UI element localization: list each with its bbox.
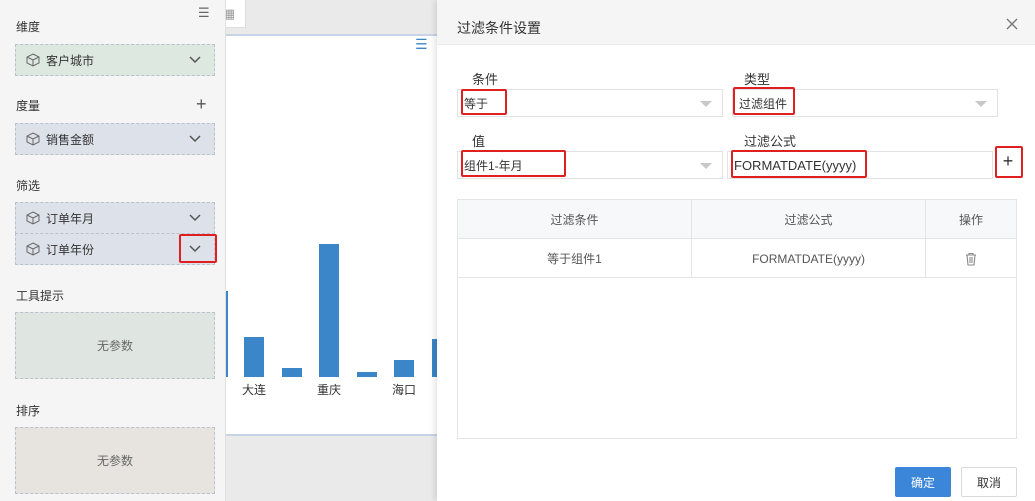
sort-placeholder: 无参数 (96, 454, 133, 468)
chart-bar (357, 372, 377, 377)
row-formula-cell: FORMATDATE(yyyy) (692, 239, 926, 278)
column-header-formula: 过滤公式 (692, 200, 926, 239)
table-row: 等于组件1 FORMATDATE(yyyy) (458, 239, 1016, 278)
caret-down-icon (700, 101, 712, 107)
highlight-condition (461, 89, 507, 115)
condition-label: 条件 (472, 72, 499, 87)
filter-settings-dialog: 过滤条件设置 条件 等于 类型 过滤组件 值 组件1-年月 过滤公式 FORMA… (437, 0, 1035, 501)
tooltip-placeholder: 无参数 (96, 339, 133, 353)
row-action-cell (926, 239, 1016, 278)
dimension-section-title: 维度 (16, 20, 41, 34)
caret-down-icon (975, 101, 987, 107)
x-tick-label: 重庆 (317, 383, 341, 397)
chevron-down-icon[interactable] (188, 211, 202, 225)
sort-dropzone[interactable]: 无参数 (15, 427, 215, 494)
row-condition-cell: 等于组件1 (458, 239, 692, 278)
filter-table: 过滤条件 过滤公式 操作 等于组件1 FORMATDATE(yyyy) (457, 199, 1017, 439)
chart-bar (282, 368, 302, 377)
filter-field-label: 订单年份 (46, 242, 95, 257)
filter-section-title: 筛选 (16, 179, 41, 193)
filter-field-year-month[interactable]: 订单年月 (15, 202, 215, 234)
type-label: 类型 (744, 72, 771, 87)
field-panel: ☰ 维度 客户城市 度量 + 销售金额 筛选 订单年月 订单年份 工具提示 无参… (0, 0, 226, 501)
chart-settings-icon[interactable]: ☰ (415, 36, 428, 53)
sort-section-title: 排序 (16, 404, 41, 418)
highlight-add-button (995, 146, 1023, 178)
caret-down-icon (700, 163, 712, 169)
formula-label: 过滤公式 (744, 134, 797, 149)
tooltip-section-title: 工具提示 (16, 289, 65, 303)
x-tick-label: 海口 (392, 382, 416, 397)
chart-bar (226, 291, 228, 377)
measure-section-title: 度量 (16, 99, 41, 113)
measure-field-label: 销售金额 (46, 132, 95, 147)
column-header-condition: 过滤条件 (458, 200, 692, 239)
dialog-header: 过滤条件设置 (437, 0, 1035, 45)
cube-icon (26, 211, 40, 225)
add-measure-icon[interactable]: + (196, 95, 207, 113)
chart-bar (244, 337, 264, 377)
highlight-type (733, 87, 795, 115)
cube-icon (26, 53, 40, 67)
measure-field[interactable]: 销售金额 (15, 123, 215, 155)
filter-field-label: 订单年月 (46, 211, 95, 226)
cancel-button[interactable]: 取消 (961, 467, 1017, 497)
collapse-panel-icon[interactable]: ☰ (198, 5, 210, 21)
dimension-field[interactable]: 客户城市 (15, 44, 215, 76)
cube-icon (26, 242, 40, 256)
chart-bar (394, 360, 414, 377)
confirm-button[interactable]: 确定 (895, 467, 951, 497)
cube-icon (26, 132, 40, 146)
column-header-action: 操作 (958, 213, 983, 227)
chevron-down-icon[interactable] (188, 132, 202, 146)
dimension-field-label: 客户城市 (46, 53, 95, 68)
trash-icon[interactable] (964, 252, 978, 266)
highlight-value (461, 150, 566, 177)
tooltip-dropzone[interactable]: 无参数 (15, 312, 215, 379)
chevron-down-icon[interactable] (188, 53, 202, 67)
dialog-title: 过滤条件设置 (457, 20, 541, 36)
close-icon[interactable] (1005, 17, 1019, 31)
chart-bar (319, 244, 339, 377)
table-header: 过滤条件 过滤公式 操作 (458, 200, 1016, 239)
bar-chart: 大连 重庆 海口 (226, 244, 437, 397)
value-label: 值 (472, 134, 486, 149)
x-tick-label: 大连 (242, 382, 266, 397)
highlight-formula (731, 150, 867, 178)
highlight-filter-dropdown (179, 234, 217, 263)
